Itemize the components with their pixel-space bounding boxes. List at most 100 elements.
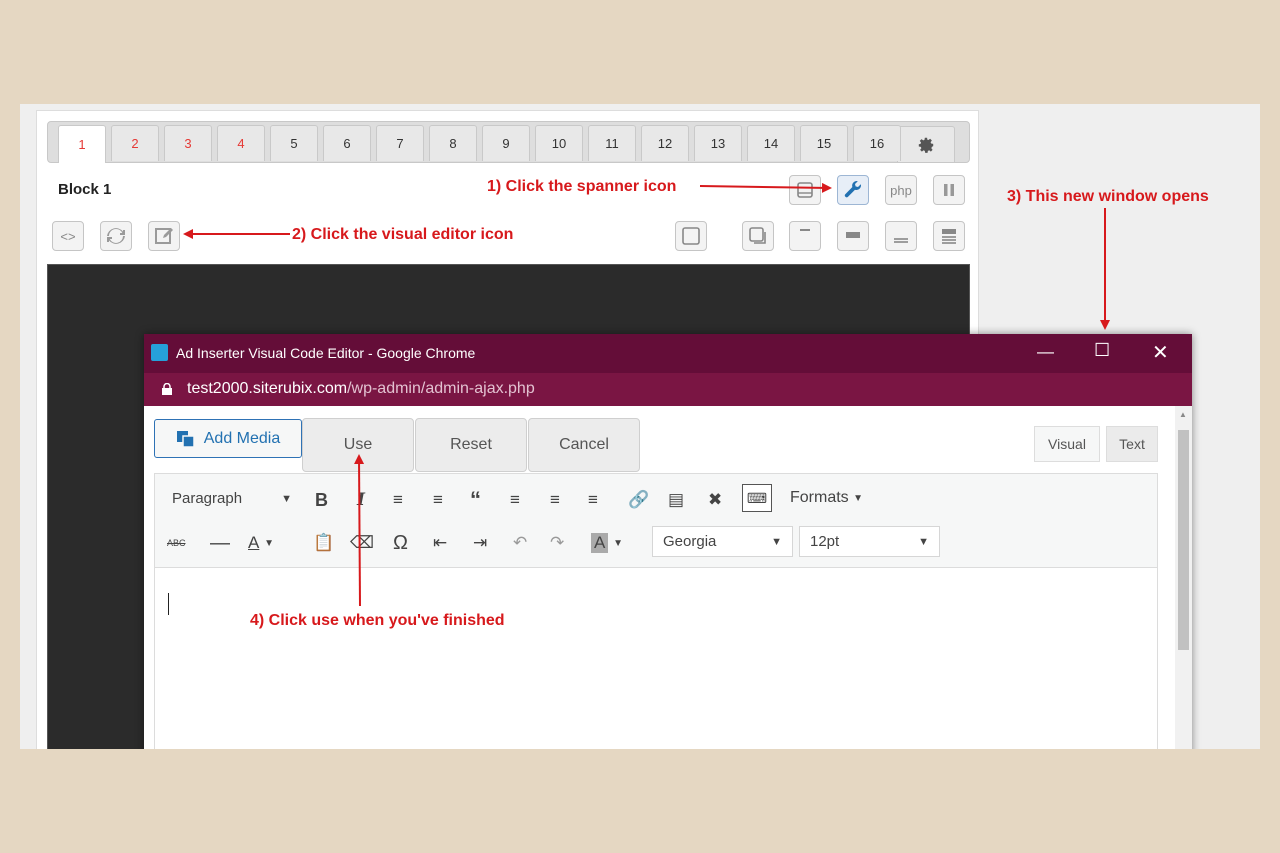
use-button[interactable]: Use bbox=[302, 418, 414, 472]
spanner-button[interactable] bbox=[837, 175, 869, 205]
reset-button[interactable]: Reset bbox=[415, 418, 527, 472]
visual-editor-icon bbox=[155, 228, 173, 244]
address-bar[interactable]: test2000.siterubix.com/wp-admin/admin-aj… bbox=[144, 373, 1192, 406]
special-character-icon[interactable]: Ω bbox=[393, 529, 408, 557]
bold-icon[interactable]: B bbox=[315, 486, 328, 514]
php-button[interactable]: php bbox=[885, 175, 917, 205]
tab-5[interactable]: 5 bbox=[270, 125, 318, 161]
code-toggle-button[interactable]: <> bbox=[52, 221, 84, 251]
tab-text[interactable]: Text bbox=[1106, 426, 1158, 462]
scrollbar-thumb[interactable] bbox=[1178, 430, 1189, 650]
chevron-down-icon: ▼ bbox=[281, 492, 292, 505]
text-color-icon[interactable]: A ▼ bbox=[248, 529, 274, 557]
clear-formatting-icon[interactable]: ⌫ bbox=[350, 529, 374, 557]
add-media-label: Add Media bbox=[203, 429, 281, 447]
paragraph-select-value: Paragraph bbox=[172, 490, 243, 507]
tab-12[interactable]: 12 bbox=[641, 125, 689, 161]
refresh-button[interactable] bbox=[100, 221, 132, 251]
position-bottom-button[interactable] bbox=[885, 221, 917, 251]
lock-icon bbox=[162, 383, 172, 395]
toolbar-toggle-icon[interactable]: ⌨ bbox=[742, 484, 772, 512]
chevron-down-icon: ▼ bbox=[771, 535, 782, 548]
annotation-step1: 1) Click the spanner icon bbox=[487, 178, 677, 195]
scrollbar[interactable]: ▲ bbox=[1175, 406, 1192, 749]
wrench-icon bbox=[844, 181, 861, 198]
php-label: php bbox=[890, 182, 912, 198]
position-bottom-icon bbox=[894, 238, 908, 243]
position-middle-icon bbox=[846, 232, 860, 238]
caret-down-icon: ▼ bbox=[853, 492, 864, 504]
position-all-button[interactable] bbox=[933, 221, 965, 251]
redo-icon[interactable]: ↷ bbox=[550, 529, 564, 557]
editor-toolbar: Paragraph ▼ B I ≡ ≡ “ ≡ ≡ ≡ 🔗 ▤ ✖ ⌨ Forma… bbox=[154, 473, 1158, 568]
position-top-button[interactable] bbox=[789, 221, 821, 251]
tab-13[interactable]: 13 bbox=[694, 125, 742, 161]
tab-15[interactable]: 15 bbox=[800, 125, 848, 161]
tab-11[interactable]: 11 bbox=[588, 125, 636, 161]
font-family-value: Georgia bbox=[663, 533, 717, 550]
outdent-icon[interactable]: ⇤ bbox=[433, 529, 447, 557]
alignment-box-button[interactable] bbox=[742, 221, 774, 251]
visual-editor-button[interactable] bbox=[148, 221, 180, 251]
tab-14[interactable]: 14 bbox=[747, 125, 795, 161]
bullet-list-icon[interactable]: ≡ bbox=[393, 486, 403, 514]
tab-8[interactable]: 8 bbox=[429, 125, 477, 161]
editor-content: Add Media Use Reset Cancel Visual Text P… bbox=[144, 406, 1175, 749]
tab-1[interactable]: 1 bbox=[58, 125, 106, 163]
close-icon[interactable]: ✕ bbox=[1152, 340, 1169, 365]
formats-label: Formats bbox=[790, 489, 849, 506]
blockquote-icon[interactable]: “ bbox=[470, 486, 481, 514]
pause-button[interactable] bbox=[933, 175, 965, 205]
tab-7[interactable]: 7 bbox=[376, 125, 424, 161]
scroll-up-icon[interactable]: ▲ bbox=[1179, 410, 1187, 419]
align-right-icon[interactable]: ≡ bbox=[588, 486, 598, 514]
tab-3[interactable]: 3 bbox=[164, 125, 212, 161]
cancel-label: Cancel bbox=[559, 436, 609, 453]
position-all-icon bbox=[942, 229, 956, 244]
paste-as-text-icon[interactable]: 📋 bbox=[313, 529, 334, 557]
align-center-icon[interactable]: ≡ bbox=[550, 486, 560, 514]
gear-icon bbox=[918, 137, 934, 153]
position-top-icon bbox=[800, 229, 810, 231]
font-family-select[interactable]: Georgia ▼ bbox=[652, 526, 793, 557]
strikethrough-icon[interactable]: ABC bbox=[167, 529, 186, 557]
tab-6[interactable]: 6 bbox=[323, 125, 371, 161]
read-more-icon[interactable]: ▤ bbox=[668, 486, 684, 514]
annotation-step4: 4) Click use when you've finished bbox=[250, 612, 505, 629]
undo-icon[interactable]: ↶ bbox=[513, 529, 527, 557]
indent-icon[interactable]: ⇥ bbox=[473, 529, 487, 557]
tab-visual[interactable]: Visual bbox=[1034, 426, 1100, 462]
add-media-button[interactable]: Add Media bbox=[154, 419, 302, 458]
position-middle-button[interactable] bbox=[837, 221, 869, 251]
link-icon[interactable]: 🔗 bbox=[628, 486, 649, 514]
window-title: Ad Inserter Visual Code Editor - Google … bbox=[176, 345, 476, 361]
reset-label: Reset bbox=[450, 436, 492, 453]
font-size-select[interactable]: 12pt ▼ bbox=[799, 526, 940, 557]
use-label: Use bbox=[343, 436, 373, 453]
alignment-none-button[interactable] bbox=[675, 221, 707, 251]
fullscreen-icon[interactable]: ✖ bbox=[708, 486, 722, 514]
italic-icon[interactable]: I bbox=[357, 486, 365, 514]
settings-tab[interactable] bbox=[897, 126, 955, 162]
background-color-icon[interactable]: A ▼ bbox=[591, 529, 623, 557]
annotation-step3: 3) This new window opens bbox=[1007, 188, 1209, 205]
cancel-button[interactable]: Cancel bbox=[528, 418, 640, 472]
tab-2[interactable]: 2 bbox=[111, 125, 159, 161]
device-toggle-button[interactable] bbox=[789, 175, 821, 205]
tab-9[interactable]: 9 bbox=[482, 125, 530, 161]
maximize-icon[interactable]: ☐ bbox=[1094, 340, 1110, 361]
tab-4[interactable]: 4 bbox=[217, 125, 265, 161]
tab-10[interactable]: 10 bbox=[535, 125, 583, 161]
app-favicon-icon bbox=[151, 344, 168, 361]
tab-16[interactable]: 16 bbox=[853, 125, 901, 161]
visual-editor-body[interactable] bbox=[154, 568, 1158, 749]
align-left-icon[interactable]: ≡ bbox=[510, 486, 520, 514]
minimize-icon[interactable]: — bbox=[1037, 342, 1054, 362]
window-titlebar: Ad Inserter Visual Code Editor - Google … bbox=[144, 334, 1192, 373]
horizontal-line-icon[interactable]: — bbox=[210, 529, 230, 557]
formats-menu[interactable]: Formats ▼ bbox=[790, 484, 863, 512]
annotation-step2: 2) Click the visual editor icon bbox=[292, 226, 514, 243]
paragraph-select[interactable]: Paragraph ▼ bbox=[162, 483, 302, 514]
numbered-list-icon[interactable]: ≡ bbox=[433, 486, 443, 514]
caret-down-icon: ▼ bbox=[613, 537, 623, 549]
